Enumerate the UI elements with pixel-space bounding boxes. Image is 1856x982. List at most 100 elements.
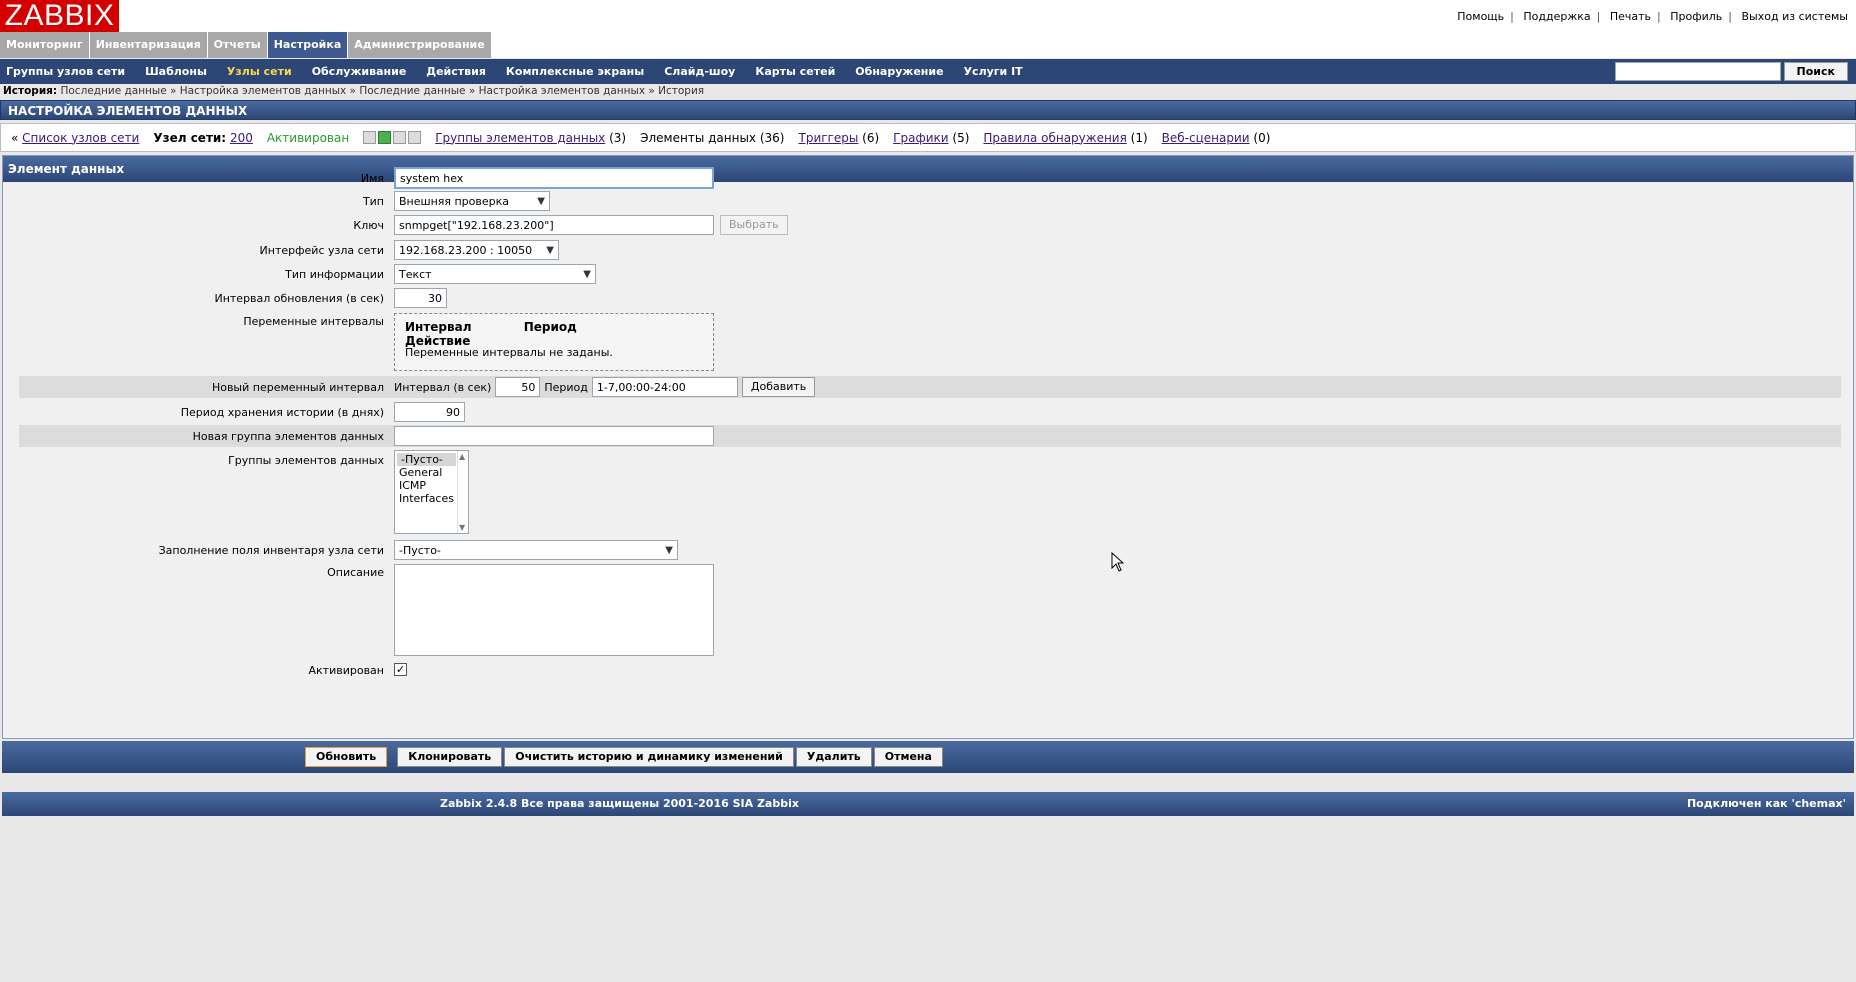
host-list-link[interactable]: Список узлов сети: [22, 131, 139, 145]
items-count: (36): [759, 130, 785, 145]
new-flex-period-label: Период: [544, 380, 588, 394]
enabled-checkbox[interactable]: ✓: [394, 663, 407, 676]
triggers-link[interactable]: Триггеры: [799, 131, 859, 145]
history-days-input[interactable]: [394, 402, 465, 422]
update-interval-label: Интервал обновления (в сек): [214, 292, 384, 305]
listbox-scrollbar[interactable]: ▲ ▼: [457, 451, 468, 533]
zabbix-logo[interactable]: ZABBIX: [0, 0, 119, 32]
flex-header-period: Период: [523, 320, 577, 334]
flex-empty-text: Переменные интервалы не заданы.: [405, 346, 613, 359]
host-status[interactable]: Активирован: [267, 131, 349, 145]
key-label: Ключ: [353, 219, 384, 232]
history-days-label: Период хранения истории (в днях): [180, 406, 384, 419]
update-button[interactable]: Обновить: [305, 747, 388, 767]
connected-user: Подключен как 'chemax': [1686, 797, 1846, 810]
mouse-cursor-icon: [1111, 552, 1125, 572]
delete-button[interactable]: Удалить: [795, 747, 872, 767]
logout-link[interactable]: Выход из системы: [1742, 10, 1848, 23]
flex-intervals-label: Переменные интервалы: [243, 315, 384, 328]
new-application-label: Новая группа элементов данных: [192, 430, 384, 443]
scroll-down-icon: ▼: [459, 523, 466, 532]
main-menu: Мониторинг Инвентаризация Отчеты Настрой…: [0, 32, 1856, 58]
host-name-link[interactable]: 200: [230, 131, 253, 145]
inventory-select[interactable]: -Пусто- ▼: [394, 540, 678, 560]
type-select-value: Внешняя проверка: [399, 194, 510, 208]
new-application-input[interactable]: [394, 426, 714, 446]
form-buttons-bar: Обновить Клонировать Очистить историю и …: [2, 741, 1854, 773]
tab-configuration[interactable]: Настройка: [267, 32, 348, 58]
applications-link[interactable]: Группы элементов данных: [435, 131, 605, 145]
print-link[interactable]: Печать: [1610, 10, 1651, 23]
web-scenarios-link[interactable]: Веб-сценарии: [1162, 131, 1250, 145]
new-flex-period-input[interactable]: [591, 377, 738, 397]
submenu-actions[interactable]: Действия: [416, 59, 496, 84]
submenu-slides[interactable]: Слайд-шоу: [654, 59, 745, 84]
select-key-button[interactable]: Выбрать: [720, 215, 788, 235]
info-type-select-value: Текст: [399, 267, 432, 281]
tab-monitoring[interactable]: Мониторинг: [0, 32, 89, 58]
clear-history-button[interactable]: Очистить историю и динамику изменений: [504, 747, 794, 767]
submenu-screens[interactable]: Комплексные экраны: [496, 59, 654, 84]
history-label: История:: [3, 85, 58, 97]
submenu-discovery[interactable]: Обнаружение: [845, 59, 953, 84]
graphs-count: (5): [952, 130, 970, 145]
applications-count: (3): [609, 130, 627, 145]
update-interval-input[interactable]: [394, 288, 447, 308]
chevron-down-icon: ▼: [537, 195, 545, 207]
interface-select[interactable]: 192.168.23.200 : 10050 ▼: [394, 240, 559, 260]
new-flex-interval-input[interactable]: [495, 377, 541, 397]
items-label: Элементы данных: [640, 130, 757, 145]
type-select[interactable]: Внешняя проверка ▼: [394, 191, 550, 211]
name-input[interactable]: [394, 167, 714, 189]
name-label: Имя: [360, 172, 384, 185]
chevron-down-icon: ▼: [583, 268, 591, 280]
tab-inventory[interactable]: Инвентаризация: [89, 32, 207, 58]
cancel-button[interactable]: Отмена: [873, 747, 943, 767]
key-input[interactable]: [394, 215, 714, 235]
submenu-maps[interactable]: Карты сетей: [745, 59, 845, 84]
new-flex-label: Новый переменный интервал: [211, 381, 384, 394]
history-item[interactable]: Последние данные: [359, 85, 465, 97]
availability-icons: [363, 131, 422, 144]
chevron-down-icon: ▼: [546, 244, 554, 256]
jmx-availability-icon: [393, 131, 407, 144]
submenu-it-services[interactable]: Услуги IT: [954, 59, 1033, 84]
graphs-link[interactable]: Графики: [893, 131, 948, 145]
help-link[interactable]: Помощь: [1457, 10, 1504, 23]
applications-listbox[interactable]: -Пусто- General ICMP Interfaces ▲ ▼: [394, 450, 469, 534]
tab-reports[interactable]: Отчеты: [207, 32, 267, 58]
tab-administration[interactable]: Администрирование: [348, 32, 491, 58]
submenu-host-groups[interactable]: Группы узлов сети: [0, 59, 135, 84]
item-form-panel: Элемент данных Имя Тип Внешняя проверка …: [2, 155, 1854, 739]
info-type-select[interactable]: Текст ▼: [394, 264, 596, 284]
submenu-templates[interactable]: Шаблоны: [135, 59, 217, 84]
copyright-text: Zabbix 2.4.8 Все права защищены 2001-201…: [440, 797, 799, 810]
interface-label: Интерфейс узла сети: [259, 244, 384, 257]
discovery-rules-link[interactable]: Правила обнаружения: [983, 131, 1126, 145]
zbx-availability-icon: [363, 131, 377, 144]
listbox-option[interactable]: -Пусто-: [397, 453, 456, 466]
history-item[interactable]: Последние данные: [60, 85, 166, 97]
description-label: Описание: [327, 566, 384, 579]
profile-link[interactable]: Профиль: [1670, 10, 1722, 23]
support-link[interactable]: Поддержка: [1523, 10, 1590, 23]
history-item[interactable]: Настройка элементов данных: [180, 85, 346, 97]
search-box: Поиск: [1614, 62, 1848, 81]
sub-menu: Группы узлов сети Шаблоны Узлы сети Обсл…: [0, 59, 1856, 84]
inventory-select-value: -Пусто-: [399, 543, 441, 557]
flex-header-interval: Интервал: [405, 320, 472, 334]
search-input[interactable]: [1614, 62, 1781, 81]
ipmi-availability-icon: [408, 131, 422, 144]
submenu-maintenance[interactable]: Обслуживание: [302, 59, 417, 84]
add-flex-button[interactable]: Добавить: [741, 377, 816, 397]
page-title: НАСТРОЙКА ЭЛЕМЕНТОВ ДАННЫХ: [0, 100, 1856, 120]
description-textarea[interactable]: [394, 564, 714, 656]
history-item[interactable]: История: [658, 85, 704, 97]
submenu-hosts[interactable]: Узлы сети: [217, 59, 302, 84]
clone-button[interactable]: Клонировать: [397, 747, 503, 767]
top-header: ZABBIX Помощь | Поддержка | Печать | Профил…: [0, 0, 1856, 32]
history-item[interactable]: Настройка элементов данных: [479, 85, 645, 97]
search-button[interactable]: Поиск: [1783, 62, 1848, 81]
chevron-down-icon: ▼: [665, 544, 673, 556]
top-links: Помощь | Поддержка | Печать | Профиль | Выхо…: [1457, 10, 1848, 23]
